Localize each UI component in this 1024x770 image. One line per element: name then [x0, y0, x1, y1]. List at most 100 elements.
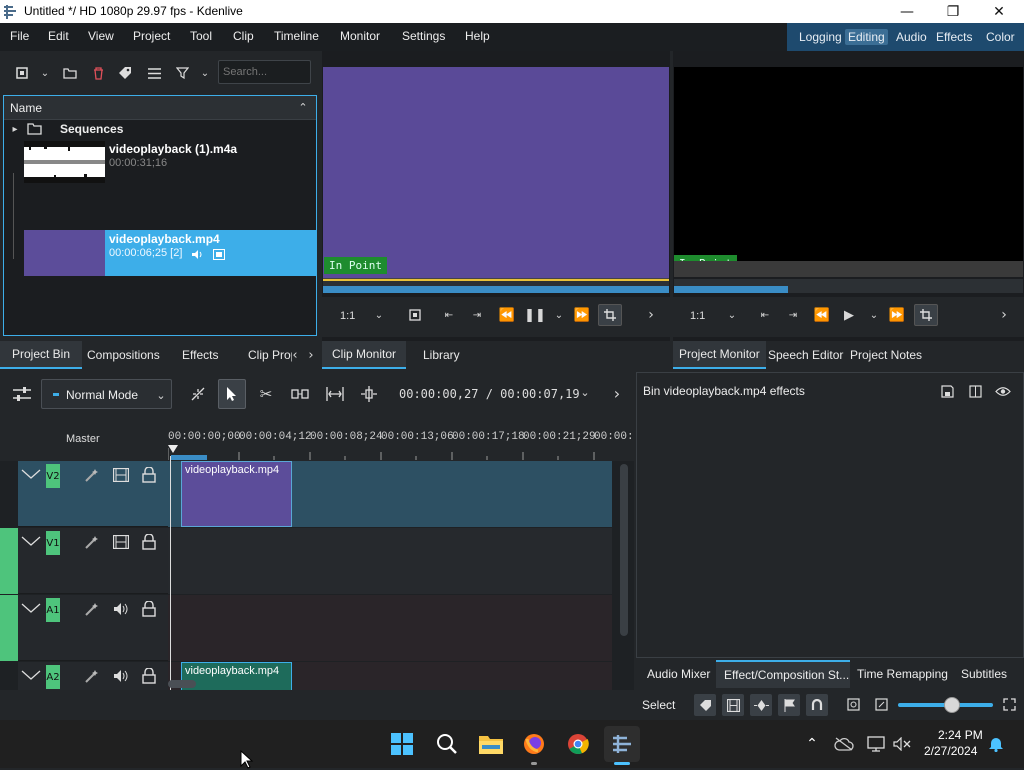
zoom-fit-icon[interactable]	[845, 696, 861, 712]
menu-view[interactable]: View	[88, 29, 114, 43]
play-icon[interactable]: ▶	[842, 308, 856, 323]
menu-edit[interactable]: Edit	[48, 29, 69, 43]
timecode-dropdown-icon[interactable]: ⌄	[578, 384, 592, 400]
tab-audio-mixer[interactable]: Audio Mixer	[647, 660, 710, 688]
close-button[interactable]: ✕	[976, 0, 1022, 23]
track-lane-a1[interactable]	[168, 595, 612, 661]
tab-effect-composition-stack[interactable]: Effect/Composition St...	[716, 660, 850, 688]
maximize-button[interactable]: ❐	[930, 0, 976, 23]
video-film-icon[interactable]	[212, 247, 226, 261]
audio-speaker-icon[interactable]	[190, 247, 204, 261]
menu-project[interactable]: Project	[133, 29, 170, 43]
zoom-dropdown-icon[interactable]: ⌄	[725, 307, 739, 323]
save-effect-icon[interactable]	[939, 383, 955, 399]
tab-project-bin[interactable]: Project Bin	[0, 341, 83, 369]
chevron-right-icon[interactable]: ›	[997, 307, 1011, 323]
file-explorer-icon[interactable]	[478, 732, 504, 756]
tab-clip-properties[interactable]: Clip Prop	[238, 341, 292, 369]
spacer-tool-icon[interactable]	[290, 384, 310, 404]
collapse-icon[interactable]	[20, 532, 42, 550]
timeline-ruler[interactable]: 00:00:00;00 00:00:04;12 00:00:08;24 00:0…	[168, 418, 634, 461]
play-dropdown-icon[interactable]: ⌄	[552, 307, 566, 323]
ripple-tool-icon[interactable]	[325, 384, 345, 404]
taskbar-date[interactable]: 2/27/2024	[924, 744, 977, 758]
windows-start-icon[interactable]	[390, 732, 414, 756]
tab-library[interactable]: Library	[413, 341, 470, 369]
project-zoom-label[interactable]: 1:1	[690, 310, 705, 322]
layout-color[interactable]: Color	[986, 30, 1015, 44]
tab-time-remapping[interactable]: Time Remapping	[857, 660, 948, 688]
add-folder-icon[interactable]	[62, 65, 78, 81]
bin-folder-row[interactable]: ▸ Sequences	[4, 120, 316, 138]
layout-editing[interactable]: Editing	[845, 29, 888, 45]
film-icon[interactable]	[722, 694, 744, 716]
firefox-icon[interactable]	[522, 732, 546, 756]
chevron-right-icon[interactable]: ›	[644, 307, 658, 323]
effect-wand-icon[interactable]	[84, 467, 100, 483]
tab-effects[interactable]: Effects	[172, 341, 228, 369]
bin-header[interactable]: Name ⌃	[4, 96, 316, 120]
lock-icon[interactable]	[141, 667, 157, 685]
eye-icon[interactable]	[994, 383, 1012, 399]
minimize-button[interactable]: —	[884, 0, 930, 23]
project-monitor-video[interactable]	[674, 67, 1023, 261]
effect-wand-icon[interactable]	[84, 668, 100, 684]
menu-clip[interactable]: Clip	[233, 29, 254, 43]
snap-magnet-icon[interactable]	[806, 694, 828, 716]
collapse-icon[interactable]	[20, 666, 42, 684]
volume-muted-icon[interactable]	[892, 734, 912, 754]
track-name-v2[interactable]: V2	[46, 464, 60, 488]
zoom-slider-handle[interactable]	[944, 697, 960, 713]
layout-effects[interactable]: Effects	[936, 30, 972, 44]
menu-settings[interactable]: Settings	[402, 29, 445, 43]
tag-icon[interactable]	[117, 65, 133, 81]
fast-forward-icon[interactable]: ⏩	[574, 308, 590, 323]
tab-project-monitor[interactable]: Project Monitor	[673, 341, 766, 369]
master-label[interactable]: Master	[66, 433, 100, 445]
kdenlive-taskbar-icon[interactable]	[604, 726, 640, 762]
menu-file[interactable]: File	[10, 29, 29, 43]
zoom-in-icon[interactable]	[1001, 696, 1017, 712]
set-out-point-icon[interactable]: ⇥	[470, 308, 484, 322]
track-lane-v1[interactable]	[168, 528, 612, 594]
network-icon[interactable]	[866, 734, 886, 754]
slip-tool-icon[interactable]	[359, 384, 379, 404]
track-header-a2[interactable]: A2	[18, 662, 168, 690]
filter-icon[interactable]	[174, 65, 190, 81]
track-header-v2[interactable]: V2	[18, 461, 168, 527]
tab-clip-monitor[interactable]: Clip Monitor	[322, 341, 407, 369]
timeline-clip-v2[interactable]: videoplayback.mp4	[181, 461, 292, 527]
set-in-point-icon[interactable]: ⇤	[442, 308, 456, 322]
cloud-offline-icon[interactable]	[834, 734, 854, 754]
playhead-marker[interactable]	[168, 445, 178, 453]
tag-icon[interactable]	[694, 694, 716, 716]
chevron-down-icon[interactable]: ⌄	[38, 65, 52, 81]
keyframe-icon[interactable]	[750, 694, 772, 716]
timeline-vertical-scrollbar[interactable]	[620, 464, 628, 636]
track-name-a1[interactable]: A1	[46, 598, 60, 622]
clip-monitor-ruler[interactable]	[323, 279, 669, 293]
project-monitor-ruler[interactable]	[674, 279, 1023, 293]
notification-bell-icon[interactable]	[987, 734, 1005, 754]
timeline-timecode[interactable]: 00:00:00,27 / 00:00:07,19	[399, 387, 580, 401]
filter-dropdown-icon[interactable]: ⌄	[198, 65, 212, 81]
snap-off-icon[interactable]	[188, 384, 208, 404]
layout-logging[interactable]: Logging	[799, 30, 842, 44]
set-in-point-icon[interactable]: ⇤	[758, 308, 772, 322]
effect-wand-icon[interactable]	[84, 601, 100, 617]
add-clip-icon[interactable]	[14, 65, 30, 81]
search-icon[interactable]	[435, 732, 459, 756]
menu-icon[interactable]	[146, 65, 162, 81]
rewind-icon[interactable]: ⏪	[814, 308, 830, 323]
zoom-out-icon[interactable]	[873, 696, 889, 712]
menu-help[interactable]: Help	[465, 29, 490, 43]
bin-item-audio[interactable]: videoplayback (1).m4a 00:00:31;16	[4, 139, 316, 185]
bin-search-input[interactable]	[218, 60, 311, 84]
speaker-icon[interactable]	[112, 601, 130, 617]
rewind-icon[interactable]: ⏪	[499, 308, 515, 323]
bin-item-video[interactable]: videoplayback.mp4 00:00:06;25 [2]	[24, 230, 316, 276]
chrome-icon[interactable]	[566, 732, 590, 756]
track-name-a2[interactable]: A2	[46, 665, 60, 689]
tab-compositions[interactable]: Compositions	[77, 341, 170, 369]
tab-subtitles[interactable]: Subtitles	[961, 660, 1007, 688]
